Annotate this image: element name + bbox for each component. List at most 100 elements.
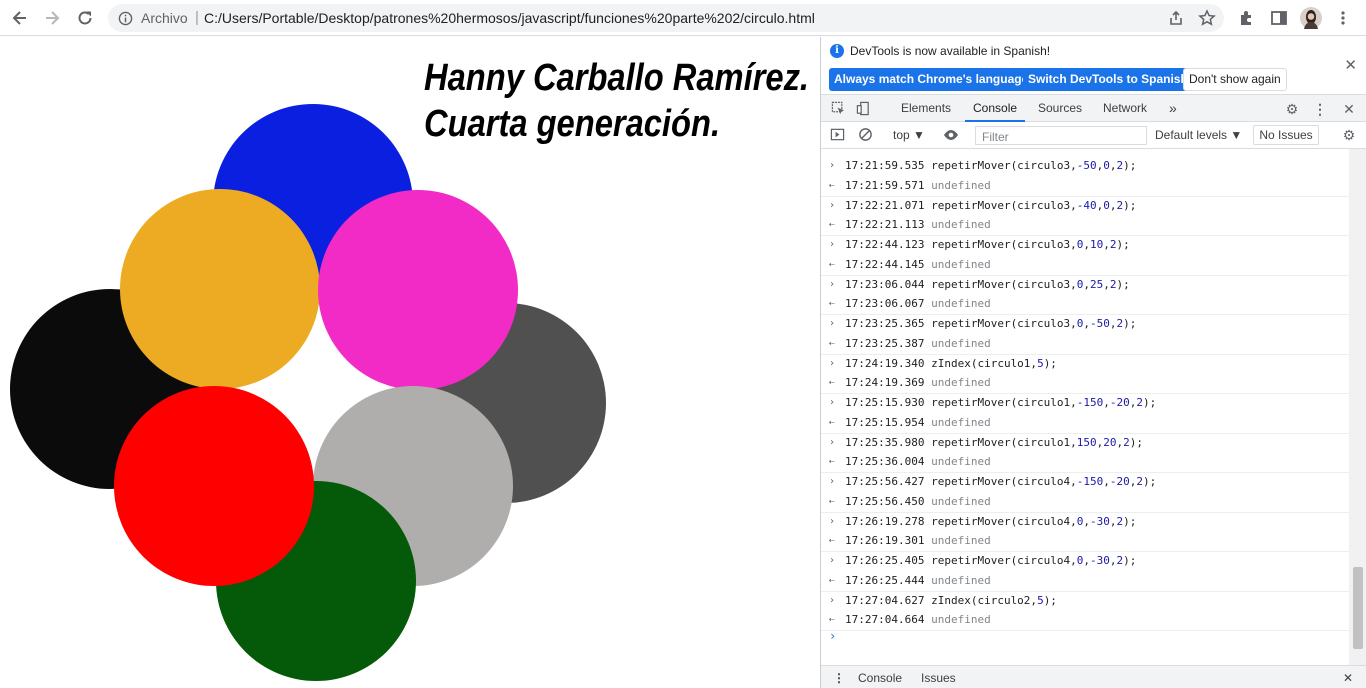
more-options-icon[interactable]: ⋮: [1312, 101, 1328, 117]
console-input-row: › 17:22:44.123 repetirMover(circulo3,0,10…: [821, 236, 1349, 256]
device-toggle-icon[interactable]: [855, 101, 871, 117]
address-bar[interactable]: Archivo | C:/Users/Portable/Desktop/patr…: [108, 4, 1224, 32]
console-result-row: ⇠ 17:25:56.450 undefined: [821, 493, 1349, 513]
filter-input[interactable]: Filter: [975, 126, 1147, 145]
circle-red: [114, 386, 314, 586]
console-input-row: › 17:25:56.427 repetirMover(circulo4,-150…: [821, 473, 1349, 493]
extensions-icon[interactable]: [1235, 6, 1259, 30]
console-line-text: 17:22:44.145 undefined: [845, 257, 991, 271]
input-chevron-icon: ›: [829, 199, 836, 211]
tab-console[interactable]: Console: [965, 95, 1026, 122]
scrollbar[interactable]: [1349, 149, 1366, 665]
console-result-row: ⇠ 17:22:44.145 undefined: [821, 256, 1349, 276]
forward-icon[interactable]: [40, 6, 64, 30]
tab-elements[interactable]: Elements: [901, 95, 951, 122]
console-line-text: 17:27:04.627 zIndex(circulo2,5);: [845, 593, 1057, 607]
drawer-tab-issues[interactable]: Issues: [921, 671, 956, 685]
input-chevron-icon: ›: [829, 278, 836, 290]
language-infobar: i DevTools is now available in Spanish! …: [821, 37, 1366, 94]
match-language-button[interactable]: Always match Chrome's language: [829, 68, 1034, 91]
console-input-row: › 17:23:06.044 repetirMover(circulo3,0,25…: [821, 276, 1349, 296]
input-chevron-icon: ›: [829, 239, 836, 250]
more-tabs-icon[interactable]: »: [1169, 95, 1177, 122]
console-line-text: 17:26:19.278 repetirMover(circulo4,0,-30…: [845, 514, 1137, 528]
console-result-row: ⇠ 17:22:21.113 undefined: [821, 216, 1349, 236]
reload-icon[interactable]: [73, 6, 97, 30]
drawer-tab-console[interactable]: Console: [858, 671, 902, 685]
separator: |: [195, 9, 199, 26]
browser-toolbar: Archivo | C:/Users/Portable/Desktop/patr…: [0, 0, 1366, 36]
close-devtools-icon[interactable]: ✕: [1341, 101, 1357, 117]
info-icon: i: [830, 44, 844, 58]
console-line-text: 17:23:06.067 undefined: [845, 297, 991, 310]
console-input-row: › 17:24:19.340 zIndex(circulo1,5);: [821, 355, 1349, 375]
input-chevron-icon: ›: [829, 515, 836, 527]
avatar[interactable]: [1299, 6, 1323, 30]
close-icon[interactable]: ✕: [1344, 56, 1357, 74]
scroll-thumb[interactable]: [1353, 567, 1363, 649]
console-line-text: 17:25:56.450 undefined: [845, 494, 991, 508]
result-arrow-icon: ⇠: [829, 219, 836, 230]
console-settings-icon[interactable]: ⚙: [1341, 127, 1357, 143]
eye-icon[interactable]: [943, 127, 959, 143]
result-arrow-icon: ⇠: [829, 337, 836, 349]
console-input-row: › 17:25:15.930 repetirMover(circulo1,-150…: [821, 394, 1349, 414]
url-text[interactable]: C:/Users/Portable/Desktop/patrones%20her…: [204, 10, 815, 26]
console-line-text: 17:24:19.340 zIndex(circulo1,5);: [845, 356, 1057, 370]
console-line-text: 17:26:19.301 undefined: [845, 534, 991, 547]
input-chevron-icon: ›: [829, 160, 836, 171]
sidepanel-icon[interactable]: [1267, 6, 1291, 30]
star-icon[interactable]: [1198, 9, 1216, 27]
input-chevron-icon: ›: [829, 318, 836, 329]
result-arrow-icon: ⇠: [829, 535, 836, 546]
input-chevron-icon: ›: [829, 397, 836, 408]
console-result-row: ⇠ 17:26:25.444 undefined: [821, 572, 1349, 592]
sidebar-toggle-icon[interactable]: [829, 127, 845, 143]
console-line-text: 17:23:25.387 undefined: [845, 336, 991, 350]
info-icon[interactable]: [118, 11, 133, 31]
result-arrow-icon: ⇠: [829, 614, 836, 625]
tab-network[interactable]: Network: [1103, 95, 1147, 122]
settings-icon[interactable]: ⚙: [1284, 101, 1300, 117]
console-prompt[interactable]: ›: [829, 629, 836, 643]
console-line-text: 17:26:25.444 undefined: [845, 573, 991, 587]
back-icon[interactable]: [8, 6, 32, 30]
console-line-text: 17:22:44.123 repetirMover(circulo3,0,10,…: [845, 238, 1130, 251]
issues-button[interactable]: No Issues: [1253, 125, 1319, 145]
console-line-text: 17:26:25.405 repetirMover(circulo4,0,-30…: [845, 554, 1137, 567]
result-arrow-icon: ⇠: [829, 574, 836, 586]
circle-magenta: [318, 190, 518, 390]
console-line-text: 17:22:21.071 repetirMover(circulo3,-40,0…: [845, 198, 1137, 212]
console-line-text: 17:25:15.930 repetirMover(circulo1,-150,…: [845, 396, 1157, 409]
dont-show-again-button[interactable]: Don't show again: [1183, 68, 1287, 91]
console-result-row: ⇠ 17:24:19.369 undefined: [821, 374, 1349, 394]
close-drawer-icon[interactable]: ✕: [1343, 671, 1353, 685]
devtools-tabbar: Elements Console Sources Network » ⚙ ⋮ ✕: [821, 94, 1366, 122]
console-result-row: ⇠ 17:25:15.954 undefined: [821, 414, 1349, 434]
switch-language-button[interactable]: Switch DevTools to Spanish: [1023, 68, 1193, 91]
filter-placeholder: Filter: [982, 130, 1009, 144]
console-result-row: ⇠ 17:25:36.004 undefined: [821, 453, 1349, 473]
console-line-text: 17:21:59.535 repetirMover(circulo3,-50,0…: [845, 159, 1137, 172]
share-icon[interactable]: [1167, 9, 1185, 27]
menu-icon[interactable]: [1331, 6, 1355, 30]
console-input-row: › 17:22:21.071 repetirMover(circulo3,-40,…: [821, 197, 1349, 217]
inspect-icon[interactable]: [830, 101, 846, 117]
scheme-label: Archivo: [141, 10, 188, 26]
result-arrow-icon: ⇠: [829, 298, 836, 309]
log-levels-dropdown[interactable]: Default levels ▼: [1155, 128, 1242, 142]
result-arrow-icon: ⇠: [829, 416, 836, 428]
input-chevron-icon: ›: [829, 357, 836, 369]
console-line-text: 17:21:59.571 undefined: [845, 178, 991, 192]
console-line-text: 17:24:19.369 undefined: [845, 376, 991, 389]
console-line-text: 17:23:25.365 repetirMover(circulo3,0,-50…: [845, 317, 1137, 330]
tab-sources[interactable]: Sources: [1038, 95, 1082, 122]
result-arrow-icon: ⇠: [829, 179, 836, 191]
clear-console-icon[interactable]: [857, 127, 873, 143]
drawer-menu-icon[interactable]: ⋮: [833, 671, 845, 685]
console-line-text: 17:25:36.004 undefined: [845, 455, 991, 468]
result-arrow-icon: ⇠: [829, 456, 836, 467]
console-input-row: › 17:27:04.627 zIndex(circulo2,5);: [821, 592, 1349, 612]
context-selector[interactable]: top ▼: [893, 128, 925, 142]
page-viewport: Hanny Carballo Ramírez. Cuarta generació…: [0, 37, 820, 688]
